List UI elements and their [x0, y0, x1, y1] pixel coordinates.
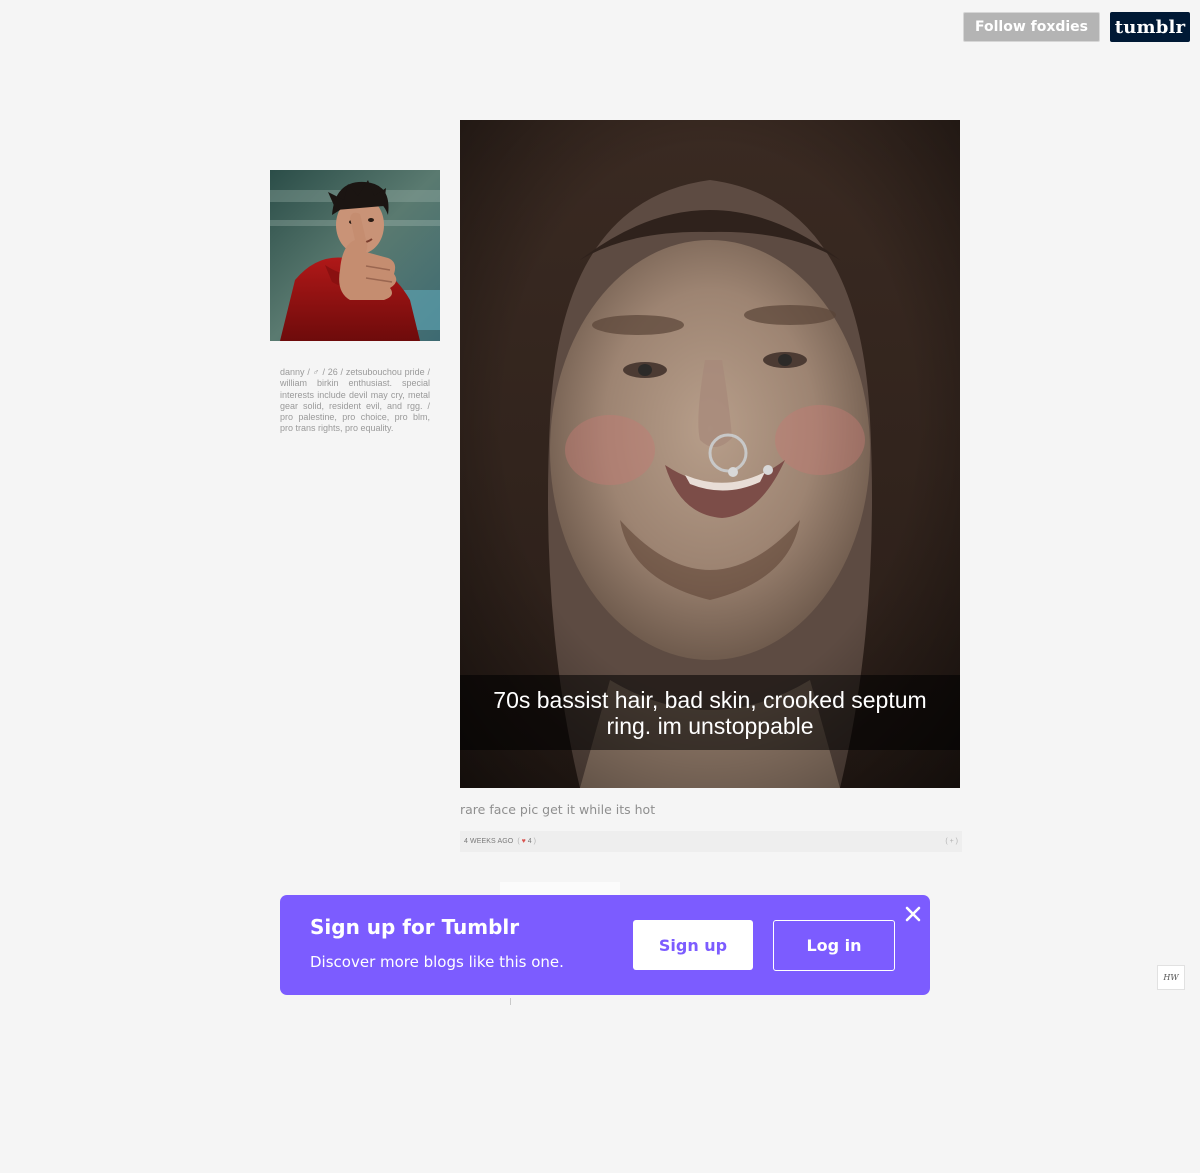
post-meta-left: 4 WEEKS AGO ( ♥ 4 ) — [464, 838, 536, 845]
page: Follow foxdies tumblr danny / ♂ / 26 / z… — [0, 0, 1200, 1173]
avatar[interactable] — [270, 170, 440, 341]
signup-banner: Sign up for Tumblr Discover more blogs l… — [280, 895, 930, 995]
signup-subtitle: Discover more blogs like this one. — [310, 953, 564, 971]
post-photo[interactable]: 70s bassist hair, bad skin, crooked sept… — [460, 120, 960, 788]
heart-icon: ♥ — [521, 838, 526, 845]
close-icon[interactable] — [904, 905, 922, 923]
notes-close-paren: ) — [533, 838, 536, 845]
notes-count: 4 — [527, 838, 532, 845]
post-date-link[interactable]: 4 WEEKS AGO — [464, 838, 513, 845]
signup-title: Sign up for Tumblr — [310, 915, 520, 939]
notes-link[interactable]: ( ♥ 4 ) — [517, 838, 536, 845]
reblog-button[interactable]: ( + ) — [945, 838, 958, 845]
post-caption: rare face pic get it while its hot — [460, 802, 656, 817]
blog-description: danny / ♂ / 26 / zetsubouchou pride / wi… — [280, 367, 430, 434]
notes-open-paren: ( — [517, 838, 520, 845]
post-meta-bar: 4 WEEKS AGO ( ♥ 4 ) ( + ) — [460, 831, 962, 852]
follow-button[interactable]: Follow foxdies — [963, 12, 1100, 42]
photo-overlay-text: 70s bassist hair, bad skin, crooked sept… — [493, 686, 927, 739]
signup-button[interactable]: Sign up — [633, 920, 753, 970]
tumblr-logo[interactable]: tumblr — [1110, 12, 1190, 42]
next-post-preview — [500, 882, 620, 895]
photo-text-overlay: 70s bassist hair, bad skin, crooked sept… — [460, 675, 960, 750]
avatar-image — [270, 170, 440, 341]
theme-credit-badge[interactable]: HW — [1157, 965, 1185, 990]
login-button[interactable]: Log in — [773, 920, 895, 971]
divider — [510, 998, 511, 1005]
